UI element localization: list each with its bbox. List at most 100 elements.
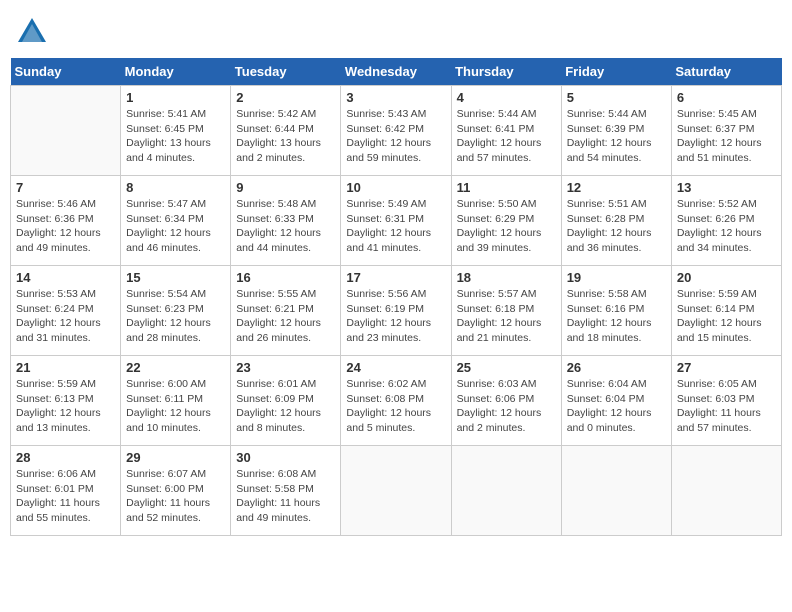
calendar-cell: 9Sunrise: 5:48 AMSunset: 6:33 PMDaylight… xyxy=(231,176,341,266)
calendar-cell xyxy=(11,86,121,176)
calendar-cell: 8 Sunrise: 5:47 AMSunset: 6:34 PMDaylight… xyxy=(121,176,231,266)
calendar-cell: 21 Sunrise: 5:59 AMSunset: 6:13 PMDayligh… xyxy=(11,356,121,446)
day-info: Sunrise: 5:51 AMSunset: 6:28 PMDaylight:… xyxy=(567,197,666,256)
weekday-header-wednesday: Wednesday xyxy=(341,58,451,86)
calendar-cell: 19 Sunrise: 5:58 AMSunset: 6:16 PMDayligh… xyxy=(561,266,671,356)
day-info: Sunrise: 6:07 AMSunset: 6:00 PMDaylight:… xyxy=(126,467,225,526)
day-info: Sunrise: 6:00 AMSunset: 6:11 PMDaylight:… xyxy=(126,377,225,436)
calendar-cell: 12 Sunrise: 5:51 AMSunset: 6:28 PMDayligh… xyxy=(561,176,671,266)
day-number: 12 xyxy=(567,180,666,195)
day-info: Sunrise: 5:57 AMSunset: 6:18 PMDaylight:… xyxy=(457,287,556,346)
weekday-header-sunday: Sunday xyxy=(11,58,121,86)
day-info: Sunrise: 5:41 AMSunset: 6:45 PMDaylight:… xyxy=(126,107,225,166)
day-info: Sunrise: 5:48 AMSunset: 6:33 PMDaylight:… xyxy=(236,197,335,256)
day-info: Sunrise: 5:50 AMSunset: 6:29 PMDaylight:… xyxy=(457,197,556,256)
calendar-cell: 27 Sunrise: 6:05 AMSunset: 6:03 PMDayligh… xyxy=(671,356,781,446)
logo xyxy=(14,14,54,50)
calendar-cell xyxy=(341,446,451,536)
calendar-cell: 30 Sunrise: 6:08 AMSunset: 5:58 PMDayligh… xyxy=(231,446,341,536)
calendar-cell: 23Sunrise: 6:01 AMSunset: 6:09 PMDayligh… xyxy=(231,356,341,446)
calendar-cell: 16 Sunrise: 5:55 AMSunset: 6:21 PMDayligh… xyxy=(231,266,341,356)
day-info: Sunrise: 6:06 AMSunset: 6:01 PMDaylight:… xyxy=(16,467,115,526)
week-row-1: 1 Sunrise: 5:41 AMSunset: 6:45 PMDaylight… xyxy=(11,86,782,176)
day-info: Sunrise: 6:02 AMSunset: 6:08 PMDaylight:… xyxy=(346,377,445,436)
calendar-cell xyxy=(451,446,561,536)
calendar-cell: 20 Sunrise: 5:59 AMSunset: 6:14 PMDayligh… xyxy=(671,266,781,356)
calendar-cell: 2 Sunrise: 5:42 AMSunset: 6:44 PMDaylight… xyxy=(231,86,341,176)
day-number: 27 xyxy=(677,360,776,375)
calendar-cell: 17 Sunrise: 5:56 AMSunset: 6:19 PMDayligh… xyxy=(341,266,451,356)
day-number: 19 xyxy=(567,270,666,285)
day-number: 6 xyxy=(677,90,776,105)
day-info: Sunrise: 5:52 AMSunset: 6:26 PMDaylight:… xyxy=(677,197,776,256)
week-row-5: 28 Sunrise: 6:06 AMSunset: 6:01 PMDayligh… xyxy=(11,446,782,536)
day-number: 24 xyxy=(346,360,445,375)
day-info: Sunrise: 6:01 AMSunset: 6:09 PMDaylight:… xyxy=(236,377,335,436)
calendar-cell: 10Sunrise: 5:49 AMSunset: 6:31 PMDayligh… xyxy=(341,176,451,266)
day-info: Sunrise: 5:55 AMSunset: 6:21 PMDaylight:… xyxy=(236,287,335,346)
day-number: 30 xyxy=(236,450,335,465)
calendar-cell: 24 Sunrise: 6:02 AMSunset: 6:08 PMDayligh… xyxy=(341,356,451,446)
page-header xyxy=(10,10,782,50)
calendar-table: SundayMondayTuesdayWednesdayThursdayFrid… xyxy=(10,58,782,536)
day-number: 11 xyxy=(457,180,556,195)
day-number: 2 xyxy=(236,90,335,105)
day-info: Sunrise: 5:46 AMSunset: 6:36 PMDaylight:… xyxy=(16,197,115,256)
calendar-cell: 4Sunrise: 5:44 AMSunset: 6:41 PMDaylight… xyxy=(451,86,561,176)
calendar-cell: 1 Sunrise: 5:41 AMSunset: 6:45 PMDaylight… xyxy=(121,86,231,176)
day-info: Sunrise: 5:59 AMSunset: 6:14 PMDaylight:… xyxy=(677,287,776,346)
day-number: 15 xyxy=(126,270,225,285)
calendar-cell: 11 Sunrise: 5:50 AMSunset: 6:29 PMDayligh… xyxy=(451,176,561,266)
day-info: Sunrise: 5:47 AMSunset: 6:34 PMDaylight:… xyxy=(126,197,225,256)
day-number: 7 xyxy=(16,180,115,195)
day-number: 5 xyxy=(567,90,666,105)
day-number: 28 xyxy=(16,450,115,465)
day-info: Sunrise: 5:44 AMSunset: 6:41 PMDaylight:… xyxy=(457,107,556,166)
day-number: 18 xyxy=(457,270,556,285)
day-info: Sunrise: 5:53 AMSunset: 6:24 PMDaylight:… xyxy=(16,287,115,346)
calendar-cell: 29 Sunrise: 6:07 AMSunset: 6:00 PMDayligh… xyxy=(121,446,231,536)
day-number: 13 xyxy=(677,180,776,195)
calendar-cell: 3Sunrise: 5:43 AMSunset: 6:42 PMDaylight… xyxy=(341,86,451,176)
day-info: Sunrise: 5:43 AMSunset: 6:42 PMDaylight:… xyxy=(346,107,445,166)
calendar-cell: 26Sunrise: 6:04 AMSunset: 6:04 PMDayligh… xyxy=(561,356,671,446)
calendar-cell xyxy=(671,446,781,536)
weekday-header-monday: Monday xyxy=(121,58,231,86)
day-number: 26 xyxy=(567,360,666,375)
calendar-cell: 22 Sunrise: 6:00 AMSunset: 6:11 PMDayligh… xyxy=(121,356,231,446)
weekday-header-friday: Friday xyxy=(561,58,671,86)
day-info: Sunrise: 6:08 AMSunset: 5:58 PMDaylight:… xyxy=(236,467,335,526)
day-info: Sunrise: 5:59 AMSunset: 6:13 PMDaylight:… xyxy=(16,377,115,436)
calendar-cell: 13 Sunrise: 5:52 AMSunset: 6:26 PMDayligh… xyxy=(671,176,781,266)
day-number: 25 xyxy=(457,360,556,375)
day-info: Sunrise: 5:58 AMSunset: 6:16 PMDaylight:… xyxy=(567,287,666,346)
week-row-2: 7 Sunrise: 5:46 AMSunset: 6:36 PMDaylight… xyxy=(11,176,782,266)
day-info: Sunrise: 6:05 AMSunset: 6:03 PMDaylight:… xyxy=(677,377,776,436)
calendar-cell: 18 Sunrise: 5:57 AMSunset: 6:18 PMDayligh… xyxy=(451,266,561,356)
day-number: 20 xyxy=(677,270,776,285)
day-info: Sunrise: 5:54 AMSunset: 6:23 PMDaylight:… xyxy=(126,287,225,346)
calendar-cell: 6Sunrise: 5:45 AMSunset: 6:37 PMDaylight… xyxy=(671,86,781,176)
day-info: Sunrise: 5:56 AMSunset: 6:19 PMDaylight:… xyxy=(346,287,445,346)
week-row-4: 21 Sunrise: 5:59 AMSunset: 6:13 PMDayligh… xyxy=(11,356,782,446)
day-number: 22 xyxy=(126,360,225,375)
day-number: 8 xyxy=(126,180,225,195)
day-number: 1 xyxy=(126,90,225,105)
calendar-cell: 25Sunrise: 6:03 AMSunset: 6:06 PMDayligh… xyxy=(451,356,561,446)
day-number: 29 xyxy=(126,450,225,465)
weekday-header-saturday: Saturday xyxy=(671,58,781,86)
week-row-3: 14 Sunrise: 5:53 AMSunset: 6:24 PMDayligh… xyxy=(11,266,782,356)
day-info: Sunrise: 5:49 AMSunset: 6:31 PMDaylight:… xyxy=(346,197,445,256)
day-info: Sunrise: 5:42 AMSunset: 6:44 PMDaylight:… xyxy=(236,107,335,166)
calendar-cell xyxy=(561,446,671,536)
calendar-cell: 5Sunrise: 5:44 AMSunset: 6:39 PMDaylight… xyxy=(561,86,671,176)
calendar-cell: 28 Sunrise: 6:06 AMSunset: 6:01 PMDayligh… xyxy=(11,446,121,536)
calendar-cell: 15 Sunrise: 5:54 AMSunset: 6:23 PMDayligh… xyxy=(121,266,231,356)
day-number: 14 xyxy=(16,270,115,285)
calendar-cell: 14 Sunrise: 5:53 AMSunset: 6:24 PMDayligh… xyxy=(11,266,121,356)
day-number: 21 xyxy=(16,360,115,375)
day-number: 16 xyxy=(236,270,335,285)
weekday-header-thursday: Thursday xyxy=(451,58,561,86)
day-number: 17 xyxy=(346,270,445,285)
weekday-header-tuesday: Tuesday xyxy=(231,58,341,86)
